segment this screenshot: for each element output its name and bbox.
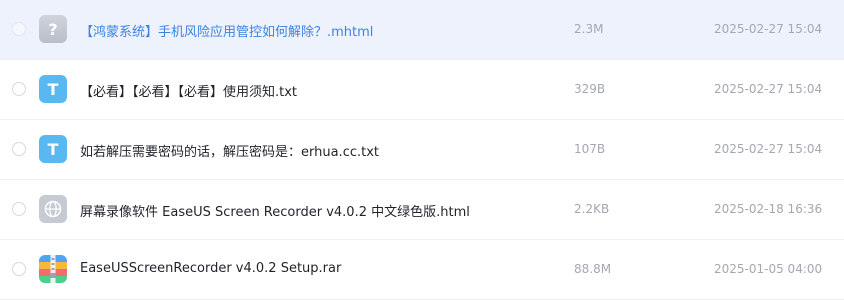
file-size: 329B (574, 82, 606, 96)
row-checkbox[interactable] (12, 82, 26, 96)
web-file-icon (39, 195, 67, 223)
row-checkbox[interactable] (12, 262, 26, 276)
file-row[interactable]: ? 【鸿蒙系统】手机风险应用管控如何解除？.mhtml 2.3M 2025-02… (0, 0, 844, 60)
zip-icon (39, 255, 67, 283)
file-name[interactable]: 【必看】【必看】【必看】使用须知.txt (80, 81, 297, 100)
file-date: 2025-02-27 15:04 (714, 82, 823, 96)
file-row[interactable]: EaseUSScreenRecorder v4.0.2 Setup.rar 88… (0, 240, 844, 300)
unknown-file-icon: ? (39, 15, 67, 43)
file-name[interactable]: 【鸿蒙系统】手机风险应用管控如何解除？.mhtml (80, 21, 373, 40)
file-size: 88.8M (574, 262, 612, 276)
archive-file-icon (39, 255, 67, 283)
file-date: 2025-01-05 04:00 (714, 262, 823, 276)
file-date: 2025-02-27 15:04 (714, 22, 823, 36)
file-size: 2.2KB (574, 202, 610, 216)
file-row[interactable]: T 【必看】【必看】【必看】使用须知.txt 329B 2025-02-27 1… (0, 60, 844, 120)
file-name[interactable]: 屏幕录像软件 EaseUS Screen Recorder v4.0.2 中文绿… (80, 201, 470, 220)
file-name[interactable]: 如若解压需要密码的话，解压密码是：erhua.cc.txt (80, 141, 379, 160)
file-name[interactable]: EaseUSScreenRecorder v4.0.2 Setup.rar (80, 261, 341, 276)
file-date: 2025-02-18 16:36 (714, 202, 823, 216)
row-checkbox[interactable] (12, 202, 26, 216)
row-checkbox[interactable] (12, 142, 26, 156)
file-size: 107B (574, 142, 606, 156)
file-row[interactable]: T 如若解压需要密码的话，解压密码是：erhua.cc.txt 107B 202… (0, 120, 844, 180)
text-file-icon: T (39, 75, 67, 103)
file-size: 2.3M (574, 22, 604, 36)
file-list: ? 【鸿蒙系统】手机风险应用管控如何解除？.mhtml 2.3M 2025-02… (0, 0, 844, 300)
text-file-icon: T (39, 135, 67, 163)
globe-icon (44, 200, 62, 218)
file-row[interactable]: 屏幕录像软件 EaseUS Screen Recorder v4.0.2 中文绿… (0, 180, 844, 240)
file-date: 2025-02-27 15:04 (714, 142, 823, 156)
row-checkbox[interactable] (12, 22, 26, 36)
